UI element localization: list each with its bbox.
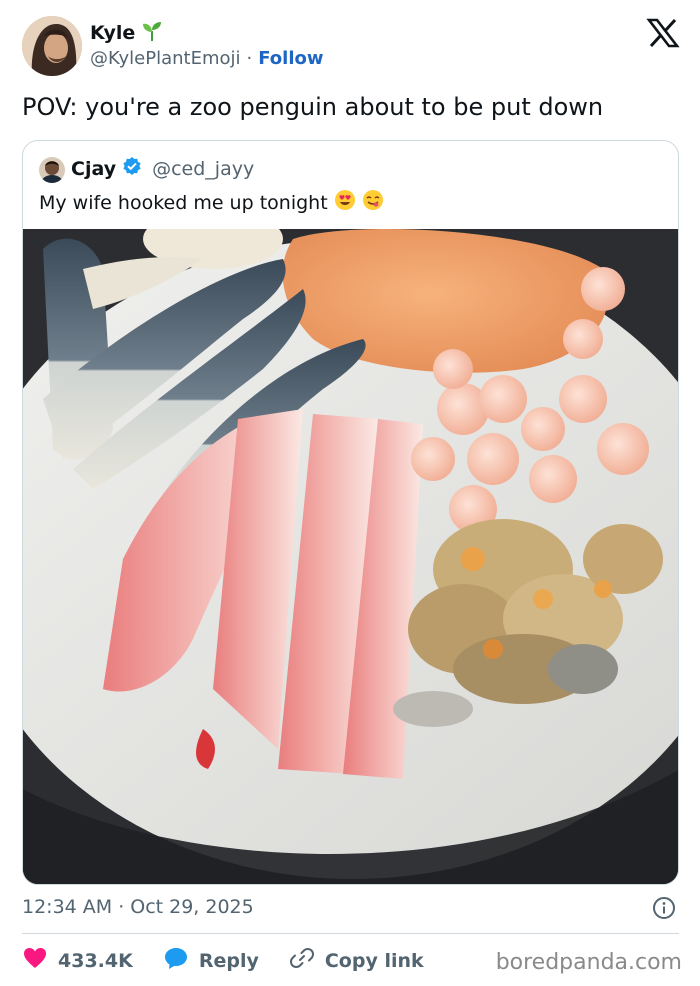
author-name[interactable]: Kyle — [90, 22, 135, 44]
timestamp[interactable]: 12:34 AM · Oct 29, 2025 — [22, 896, 254, 918]
divider — [22, 933, 679, 934]
author-handle-row: @KylePlantEmoji · Follow — [90, 48, 324, 69]
plate-of-seafood-photo[interactable] — [23, 229, 678, 884]
watermark: boredpanda.com — [495, 950, 682, 975]
heart-eyes-emoji — [334, 189, 356, 216]
quoted-tweet[interactable]: Cjay @ced_jayy My wife hooked me up toni… — [22, 140, 679, 885]
author-name-row: Kyle — [90, 20, 163, 46]
like-count: 433.4K — [58, 949, 133, 972]
copy-link-button[interactable]: Copy link — [289, 945, 424, 976]
verified-badge-icon — [122, 156, 142, 181]
seedling-icon — [141, 20, 163, 46]
tweet-date: Oct 29, 2025 — [130, 896, 254, 918]
tweet-card: Kyle @KylePlantEmoji · Follow POV: you'r… — [0, 0, 700, 986]
reply-label: Reply — [198, 949, 259, 972]
action-bar: 433.4K Reply Copy link — [22, 945, 454, 976]
x-logo-icon[interactable] — [646, 18, 680, 48]
copy-link-label: Copy link — [324, 949, 424, 972]
quoted-text-row: My wife hooked me up tonight — [39, 189, 384, 216]
tweet-time: 12:34 AM — [22, 896, 113, 918]
quoted-name-row: Cjay @ced_jayy — [71, 156, 254, 181]
yum-face-emoji — [362, 189, 384, 216]
tweet-text: POV: you're a zoo penguin about to be pu… — [22, 93, 604, 121]
author-avatar[interactable] — [22, 16, 82, 76]
quoted-author-name[interactable]: Cjay — [71, 158, 116, 180]
like-button[interactable]: 433.4K — [22, 945, 133, 976]
reply-bubble-icon — [163, 945, 189, 976]
heart-icon — [22, 945, 48, 976]
follow-button[interactable]: Follow — [258, 48, 323, 69]
quoted-author-avatar[interactable] — [39, 157, 65, 183]
quoted-text: My wife hooked me up tonight — [39, 191, 328, 214]
separator-dot: · — [246, 48, 253, 69]
author-handle[interactable]: @KylePlantEmoji — [90, 48, 241, 69]
info-icon[interactable] — [652, 896, 676, 920]
reply-button[interactable]: Reply — [163, 945, 259, 976]
quoted-author-handle[interactable]: @ced_jayy — [152, 158, 254, 180]
link-icon — [289, 945, 315, 976]
timestamp-separator: · — [118, 896, 125, 918]
